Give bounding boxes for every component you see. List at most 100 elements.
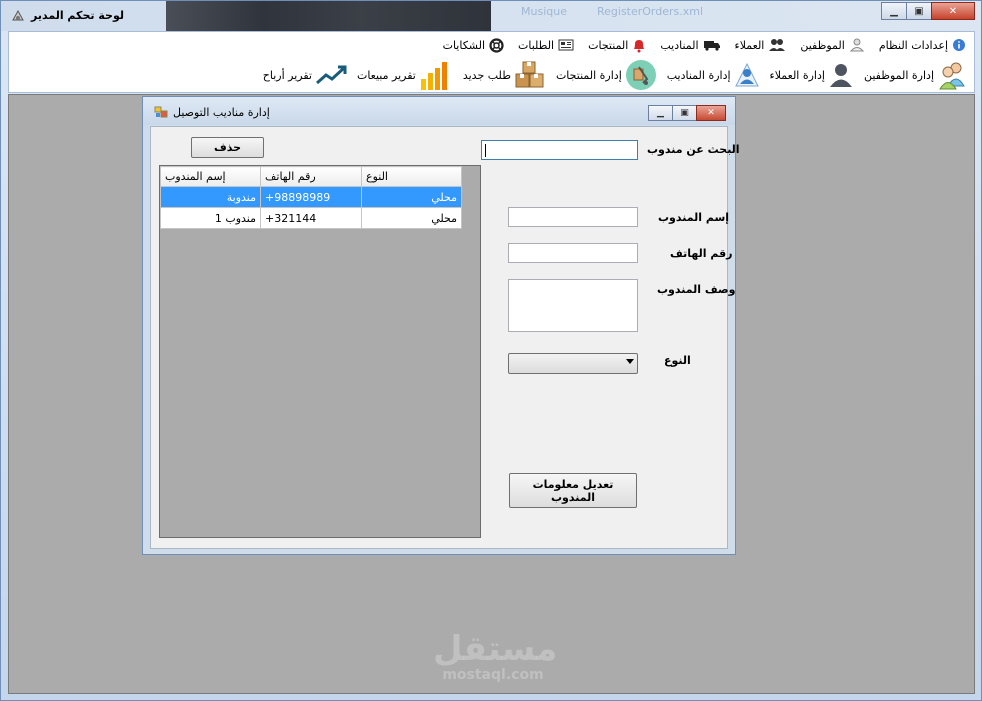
maximize-icon: ▣ — [680, 108, 689, 118]
menu-item-complaints[interactable]: الشكايات — [439, 37, 508, 53]
delegates-grid[interactable]: إسم المندوب رقم الهاتف النوع مندوبة +988… — [159, 165, 481, 538]
description-label: وصف المندوب — [657, 283, 736, 296]
menu-item-label: الطلبات — [518, 38, 555, 52]
truck-icon — [703, 41, 720, 51]
close-button[interactable]: ✕ — [931, 2, 975, 20]
toolbar-label: تقرير مبيعات — [356, 68, 416, 82]
main-window: Musique RegisterOrders.xml لوحة تحكم الم… — [0, 0, 982, 701]
toolbar-delegates[interactable]: إدارة المناديب — [664, 62, 763, 88]
dialog-body: حذف البحث عن مندوب إسم المندوب رقم الهات… — [150, 126, 740, 549]
text-caret — [485, 144, 486, 157]
table-row[interactable]: مندوب 1 +321144 محلي — [160, 207, 462, 229]
dialog-title: إدارة مناديب التوصيل — [173, 106, 270, 119]
watermark-url: mostaql.com — [442, 667, 544, 683]
menu-item-label: العملاء — [734, 38, 765, 52]
menu-item-label: المناديب — [660, 38, 699, 52]
title-bar[interactable]: Musique RegisterOrders.xml لوحة تحكم الم… — [1, 1, 981, 31]
delivery-icon — [734, 62, 759, 87]
watermark-brand: مستقل — [433, 629, 558, 669]
toolbar-label: طلب جديد — [462, 68, 511, 82]
menu-item-customers[interactable]: العملاء — [731, 38, 791, 52]
toolbar-label: إدارة الموظفين — [863, 68, 934, 82]
cell-type[interactable]: محلي — [361, 207, 462, 229]
menu-item-label: المنتجات — [588, 38, 629, 52]
lifebuoy-icon — [489, 37, 504, 53]
menu-item-label: إعدادات النظام — [878, 38, 948, 52]
description-textarea[interactable] — [508, 279, 638, 332]
toolbar-label: إدارة المناديب — [666, 68, 731, 82]
minimize-icon: ▁ — [657, 108, 664, 118]
dialog-maximize-button[interactable]: ▣ — [672, 105, 697, 121]
dialog-title-bar[interactable]: إدارة مناديب التوصيل ▁ ▣ ✕ — [143, 97, 735, 125]
toolbar-employees[interactable]: إدارة الموظفين — [861, 60, 970, 90]
maximize-button[interactable]: ▣ — [906, 2, 932, 20]
cell-name[interactable]: مندوب 1 — [160, 207, 261, 229]
phone-input[interactable] — [508, 243, 638, 263]
minimize-icon: ▁ — [890, 5, 898, 17]
chevron-down-icon — [626, 359, 634, 364]
customer-avatar-icon — [829, 64, 852, 87]
window-title: لوحة تحكم المدير — [31, 9, 124, 22]
form-icon — [154, 106, 168, 118]
update-delegate-button[interactable]: تعديل معلومات المندوب — [509, 473, 637, 508]
close-icon: ✕ — [707, 108, 715, 118]
maximize-icon: ▣ — [914, 5, 924, 17]
trend-icon — [315, 65, 347, 85]
close-icon: ✕ — [948, 5, 958, 17]
toolbar-profit-report[interactable]: تقرير أرباح — [260, 64, 350, 86]
type-label: النوع — [664, 354, 691, 367]
cell-type[interactable]: محلي — [361, 186, 462, 208]
column-header-phone[interactable]: رقم الهاتف — [260, 166, 362, 187]
menu-item-settings[interactable]: إعدادات النظام — [875, 38, 970, 52]
table-row[interactable]: مندوبة +98898989 محلي — [160, 186, 462, 208]
menu-bar: إعدادات النظام الموظفين العملاء المناديب… — [439, 34, 970, 56]
toolbar-label: تقرير أرباح — [262, 68, 312, 82]
dialog-close-button[interactable]: ✕ — [696, 105, 726, 121]
boxes-icon — [515, 61, 544, 88]
column-header-name[interactable]: إسم المندوب — [160, 166, 261, 187]
bar-chart-icon — [420, 62, 447, 90]
background-tabs: Musique RegisterOrders.xml — [521, 5, 703, 25]
cell-name[interactable]: مندوبة — [160, 186, 261, 208]
minimize-button[interactable]: ▁ — [881, 2, 907, 20]
cell-phone[interactable]: +321144 — [260, 207, 362, 229]
name-input[interactable] — [508, 207, 638, 227]
toolbar: إدارة الموظفين إدارة العملاء إدارة المنا… — [260, 58, 970, 92]
background-tab: Musique — [521, 5, 567, 18]
cell-phone[interactable]: +98898989 — [260, 186, 362, 208]
toolbar-label: إدارة المنتجات — [555, 68, 622, 82]
column-header-type[interactable]: النوع — [361, 166, 462, 187]
bell-icon — [634, 39, 645, 52]
menu-item-label: الموظفين — [800, 38, 845, 52]
menu-item-products[interactable]: المنتجات — [584, 38, 650, 53]
toolbar-new-order[interactable]: طلب جديد — [460, 61, 549, 89]
employees-icon — [939, 62, 965, 90]
dialog-minimize-button[interactable]: ▁ — [648, 105, 673, 121]
type-dropdown[interactable] — [508, 353, 638, 374]
info-icon — [953, 39, 965, 51]
background-blur — [166, 1, 491, 31]
menu-item-orders[interactable]: الطلبات — [514, 39, 578, 52]
name-label: إسم المندوب — [658, 211, 730, 224]
delete-button[interactable]: حذف — [191, 137, 264, 158]
menu-item-label: الشكايات — [442, 38, 486, 52]
menu-item-employees[interactable]: الموظفين — [796, 38, 868, 52]
watermark: مستقل mostaql.com — [433, 629, 558, 687]
grid-table: إسم المندوب رقم الهاتف النوع مندوبة +988… — [160, 166, 462, 229]
grid-header-row: إسم المندوب رقم الهاتف النوع — [160, 166, 462, 187]
user-icon — [849, 38, 864, 52]
toolbar-products[interactable]: إدارة المنتجات — [553, 59, 660, 91]
toolbar-sales-report[interactable]: تقرير مبيعات — [354, 59, 456, 91]
phone-label: رقم الهاتف — [670, 247, 733, 260]
search-label: البحث عن مندوب — [647, 143, 740, 156]
card-icon — [558, 39, 574, 51]
package-icon — [625, 60, 656, 90]
menu-area: إعدادات النظام الموظفين العملاء المناديب… — [8, 31, 975, 93]
toolbar-label: إدارة العملاء — [769, 68, 825, 82]
toolbar-customers[interactable]: إدارة العملاء — [767, 62, 857, 88]
search-input[interactable] — [481, 140, 638, 160]
customers-icon — [769, 39, 786, 51]
background-tab: RegisterOrders.xml — [596, 5, 704, 18]
app-icon — [12, 9, 24, 21]
menu-item-delegates[interactable]: المناديب — [656, 39, 724, 52]
